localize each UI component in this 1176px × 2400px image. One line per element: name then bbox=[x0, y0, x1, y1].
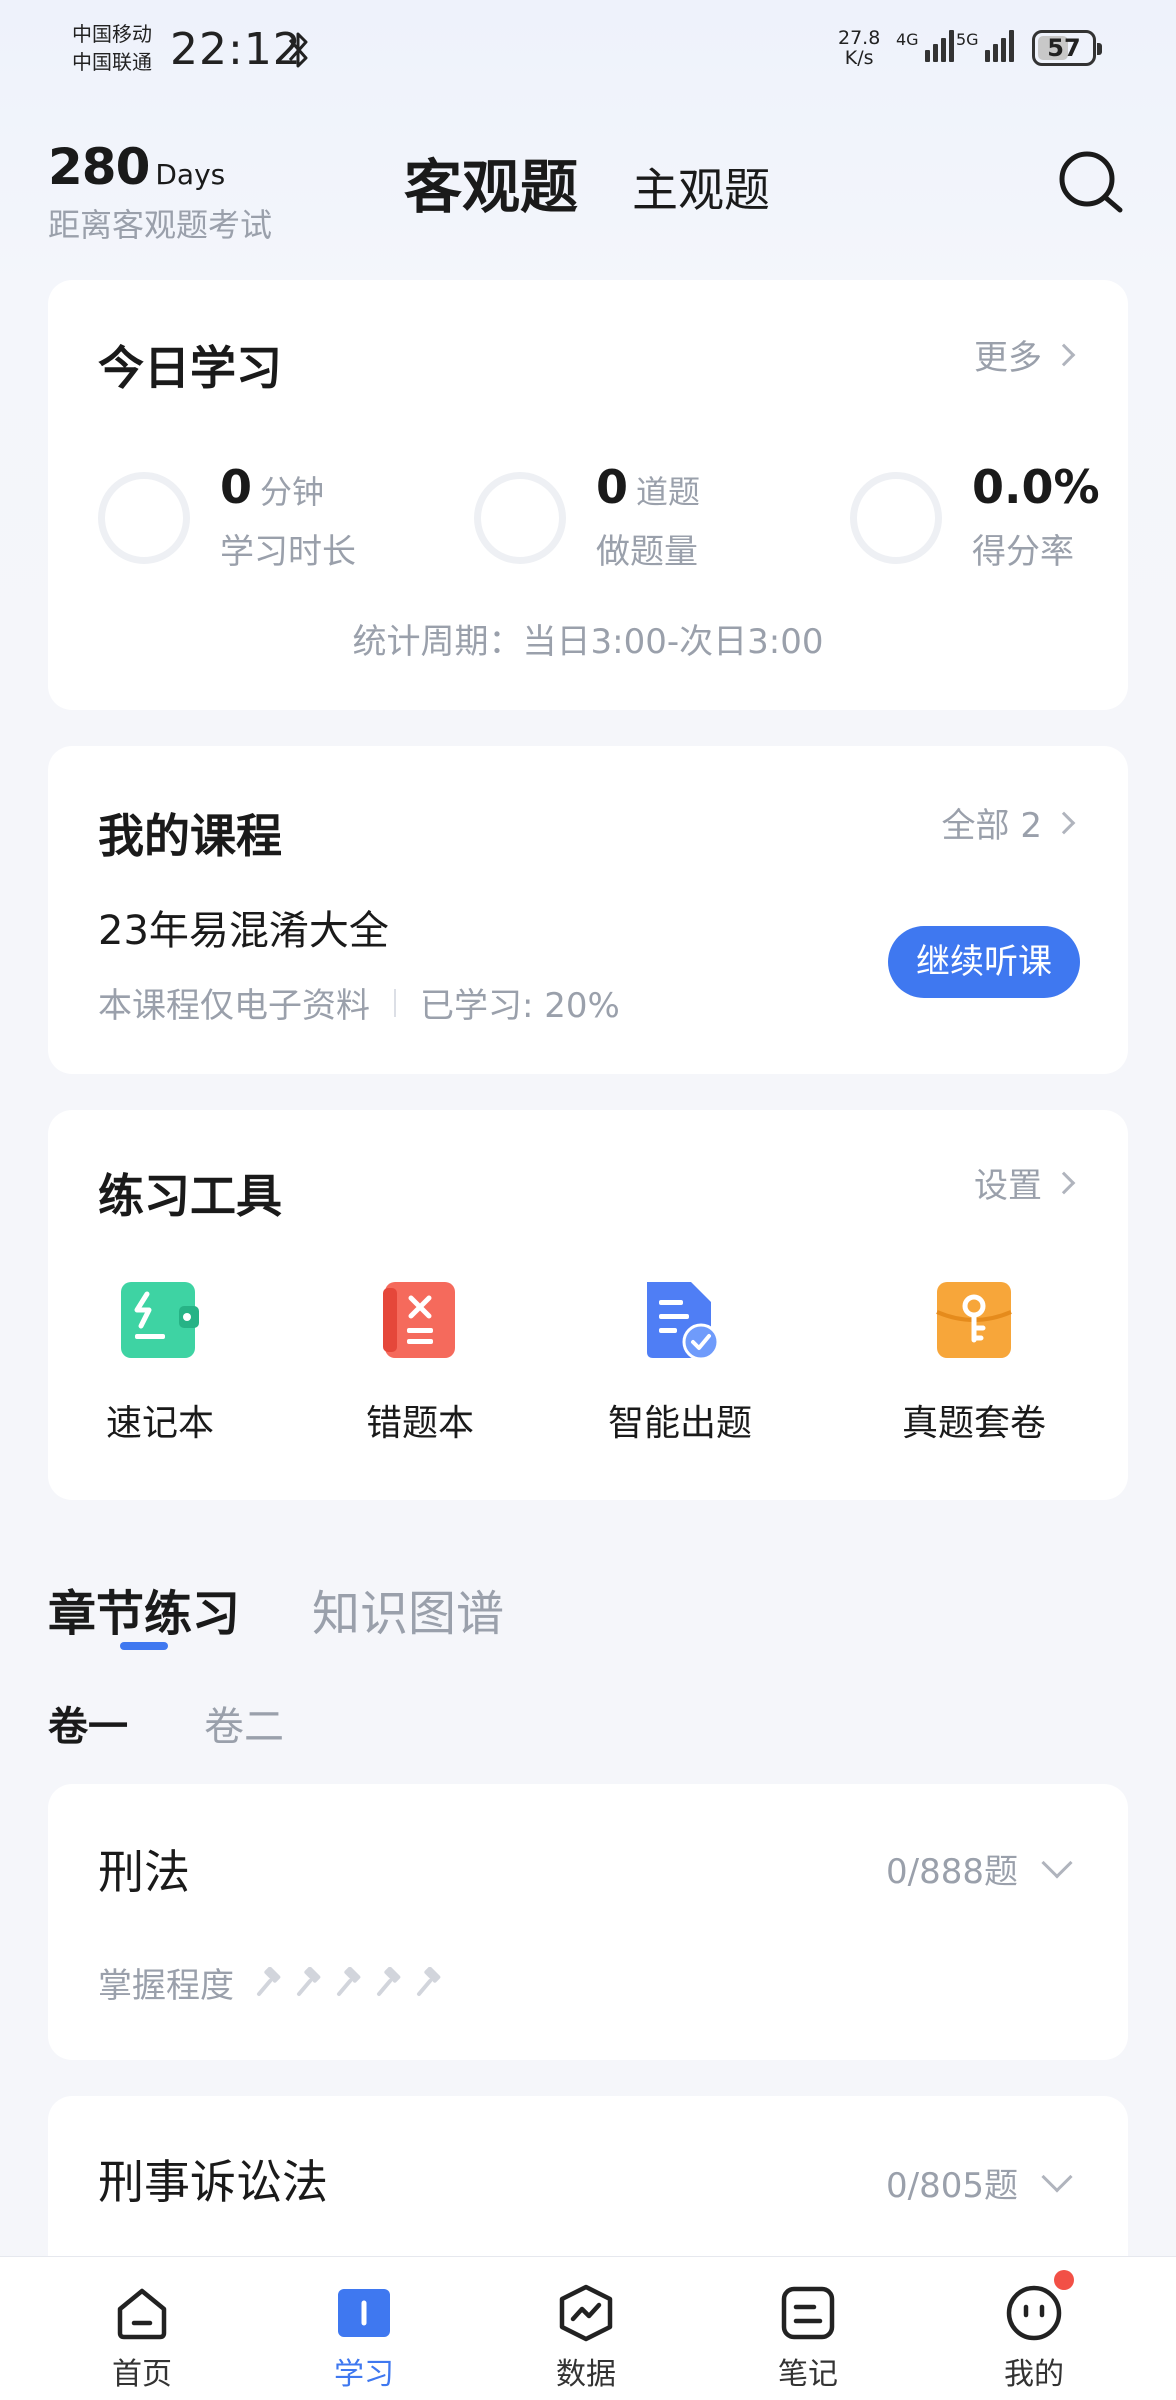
hammer-icon bbox=[417, 1966, 441, 1996]
tool-past-papers[interactable]: 真题套卷 bbox=[874, 1276, 1074, 1446]
tab-subjective[interactable]: 主观题 bbox=[632, 154, 770, 220]
progress-ring bbox=[98, 472, 190, 564]
carrier-names: 中国移动 中国联通 bbox=[72, 20, 152, 76]
nav-notes[interactable]: 笔记 bbox=[728, 2257, 888, 2400]
status-time: 22:12 bbox=[170, 24, 302, 75]
my-courses-card: 我的课程 全部 2 23年易混淆大全 本课程仅电子资料 已学习: 20% 继续听… bbox=[48, 746, 1128, 1074]
divider bbox=[394, 988, 396, 1017]
bottom-nav: 首页 学习 数据 笔记 我的 bbox=[0, 2256, 1176, 2400]
progress-ring bbox=[850, 472, 942, 564]
home-icon bbox=[117, 2288, 167, 2340]
wrong-questions-icon bbox=[383, 1282, 455, 1358]
hammer-icon bbox=[257, 1966, 281, 1996]
tab-volume-two[interactable]: 卷二 bbox=[204, 1694, 284, 1752]
course-name[interactable]: 23年易混淆大全 bbox=[98, 898, 389, 956]
exam-countdown: 280 Days bbox=[48, 138, 225, 196]
practice-tools-card: 练习工具 设置 速记本 错题本 智能出题 真题套卷 bbox=[48, 1110, 1128, 1500]
chevron-right-icon bbox=[1052, 343, 1076, 366]
tab-volume-one[interactable]: 卷一 bbox=[48, 1694, 128, 1752]
hammer-icon bbox=[297, 1966, 321, 1996]
past-papers-icon bbox=[936, 1282, 1012, 1358]
carrier-2: 中国联通 bbox=[72, 50, 152, 74]
today-study-card: 今日学习 更多 0 分钟 学习时长 0 道题 做题量 0.0% 得分率 统计周期：当… bbox=[48, 280, 1128, 710]
countdown-number: 280 bbox=[48, 138, 150, 196]
stat-period: 统计周期：当日3:00-次日3:00 bbox=[352, 622, 824, 662]
mastery-hammer-icons bbox=[254, 1966, 454, 1999]
battery-level: 57 bbox=[1047, 34, 1081, 62]
data-chart-icon bbox=[559, 2284, 613, 2342]
nav-data[interactable]: 数据 bbox=[506, 2257, 666, 2400]
my-courses-title: 我的课程 bbox=[98, 809, 282, 863]
status-bar: 中国移动 中国联通 22:12 27.8 K/s 4G 5G 57 bbox=[0, 0, 1176, 100]
notes-icon bbox=[781, 2286, 835, 2340]
mastery-level: 掌握程度 bbox=[98, 1958, 454, 2007]
battery-icon: 57 bbox=[1032, 30, 1102, 66]
tool-smart-question[interactable]: 智能出题 bbox=[580, 1276, 780, 1446]
carrier-1: 中国移动 bbox=[72, 22, 152, 46]
bluetooth-icon bbox=[288, 32, 308, 68]
hammer-icon bbox=[377, 1966, 401, 1996]
practice-tools-title: 练习工具 bbox=[98, 1169, 282, 1223]
today-more-link[interactable]: 更多 bbox=[974, 330, 1076, 379]
tab-chapter-practice[interactable]: 章节练习 bbox=[48, 1574, 240, 1644]
progress-ring bbox=[474, 472, 566, 564]
countdown-label: 距离客观题考试 bbox=[48, 206, 273, 244]
signal-4g-icon: 4G bbox=[896, 30, 954, 62]
tool-wrong-questions[interactable]: 错题本 bbox=[320, 1276, 520, 1446]
network-speed: 27.8 K/s bbox=[838, 27, 881, 69]
chevron-right-icon bbox=[1052, 1171, 1076, 1194]
all-courses-link[interactable]: 全部 2 bbox=[942, 798, 1076, 847]
nav-home[interactable]: 首页 bbox=[62, 2257, 222, 2400]
chapter-title: 刑法 bbox=[98, 1845, 190, 1899]
chevron-down-icon bbox=[1041, 1846, 1073, 1879]
tool-quick-notes[interactable]: 速记本 bbox=[60, 1276, 260, 1446]
study-book-icon bbox=[338, 2289, 390, 2337]
course-meta: 本课程仅电子资料 已学习: 20% bbox=[98, 986, 620, 1026]
continue-course-button[interactable]: 继续听课 bbox=[888, 926, 1080, 998]
notification-badge bbox=[1054, 2270, 1074, 2290]
chapter-question-count[interactable]: 0/805题 bbox=[886, 2158, 1073, 2207]
quick-notes-icon bbox=[121, 1282, 199, 1358]
chapter-question-count[interactable]: 0/888题 bbox=[886, 1844, 1073, 1893]
signal-5g-icon: 5G bbox=[956, 30, 1014, 62]
profile-face-icon bbox=[1006, 2285, 1062, 2341]
nav-study[interactable]: 学习 bbox=[284, 2257, 444, 2400]
smart-question-icon bbox=[647, 1282, 720, 1361]
tab-knowledge-graph[interactable]: 知识图谱 bbox=[312, 1574, 504, 1644]
chevron-down-icon bbox=[1041, 2160, 1073, 2193]
app-root: 中国移动 中国联通 22:12 27.8 K/s 4G 5G 57 280 Day… bbox=[0, 0, 1176, 2400]
chapter-title: 刑事诉讼法 bbox=[98, 2155, 328, 2209]
chapter-card-criminal-law[interactable]: 刑法 0/888题 掌握程度 bbox=[48, 1784, 1128, 2060]
countdown-unit: Days bbox=[155, 158, 226, 191]
nav-profile[interactable]: 我的 bbox=[954, 2257, 1114, 2400]
tools-settings-link[interactable]: 设置 bbox=[974, 1158, 1076, 1207]
tab-objective[interactable]: 客观题 bbox=[404, 140, 578, 224]
search-icon[interactable] bbox=[1056, 148, 1126, 218]
hammer-icon bbox=[337, 1966, 361, 1996]
chevron-right-icon bbox=[1052, 811, 1076, 834]
active-tab-indicator bbox=[120, 1642, 168, 1650]
today-study-title: 今日学习 bbox=[98, 341, 282, 395]
